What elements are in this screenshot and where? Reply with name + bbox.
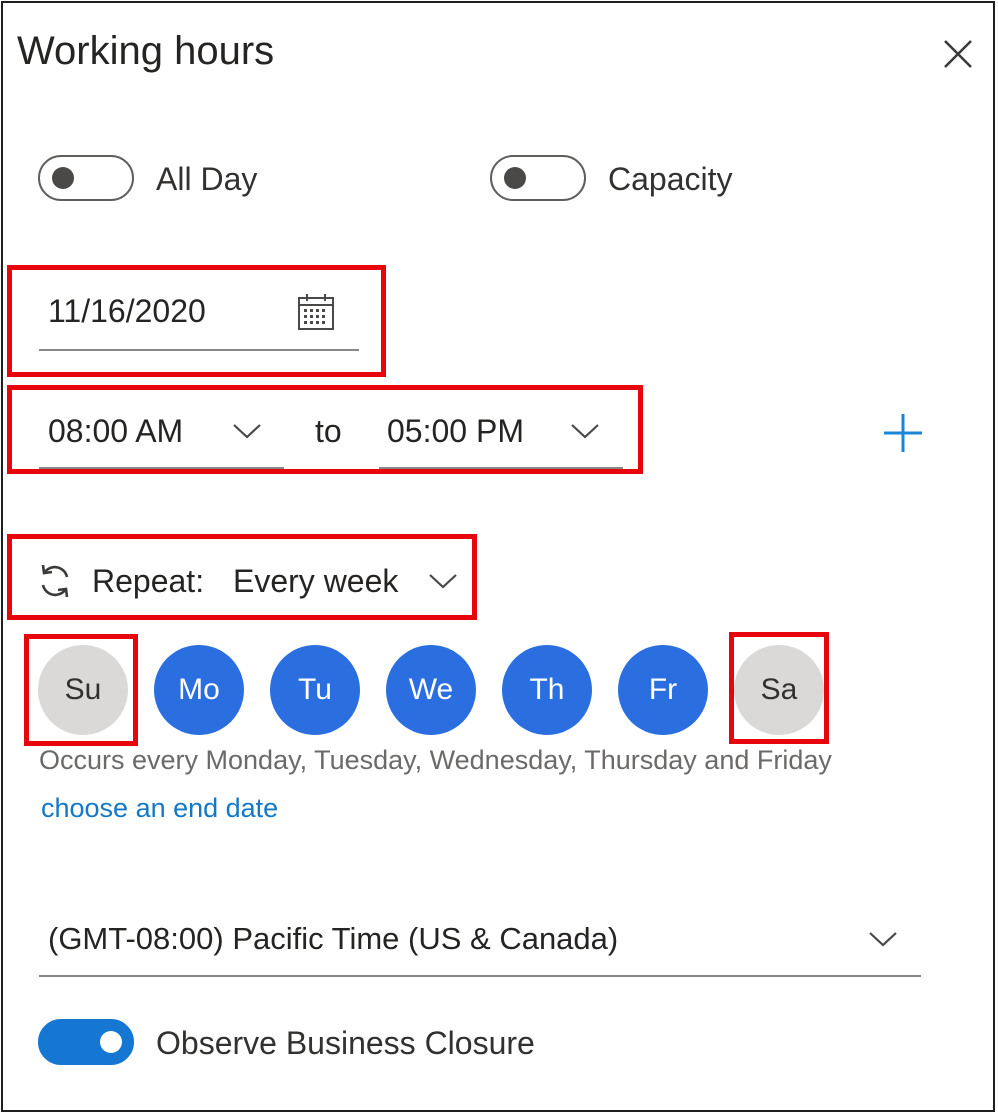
chevron-down-icon[interactable] — [428, 572, 458, 590]
timezone-underline — [39, 975, 921, 977]
end-time-select[interactable]: 05:00 PM — [387, 413, 524, 450]
day-button-monday[interactable]: Mo — [154, 645, 244, 735]
start-time-select[interactable]: 08:00 AM — [48, 413, 183, 450]
chevron-down-icon[interactable] — [868, 930, 898, 948]
day-button-sunday[interactable]: Su — [38, 645, 128, 735]
day-button-tuesday[interactable]: Tu — [270, 645, 360, 735]
working-hours-panel: Working hours All Day Capacity 11/16/202… — [1, 1, 995, 1112]
end-time-underline — [379, 467, 623, 469]
toggle-knob — [52, 167, 74, 189]
capacity-label: Capacity — [608, 161, 733, 197]
panel-title: Working hours — [17, 29, 275, 73]
chevron-down-icon[interactable] — [570, 422, 600, 440]
day-button-wednesday[interactable]: We — [386, 645, 476, 735]
calendar-icon[interactable] — [296, 292, 336, 332]
all-day-toggle[interactable] — [38, 155, 134, 201]
date-input[interactable]: 11/16/2020 — [48, 293, 206, 330]
day-button-thursday[interactable]: Th — [502, 645, 592, 735]
refresh-icon — [41, 564, 69, 598]
observe-business-closure-toggle[interactable] — [38, 1019, 134, 1065]
plus-icon[interactable] — [882, 412, 924, 454]
repeat-label: Repeat: — [92, 563, 205, 599]
repeat-frequency-select[interactable]: Every week — [233, 563, 398, 600]
time-separator: to — [315, 413, 342, 449]
capacity-toggle[interactable] — [490, 155, 586, 201]
observe-business-closure-label: Observe Business Closure — [156, 1025, 535, 1061]
start-time-underline — [39, 467, 284, 469]
close-icon[interactable] — [939, 35, 977, 73]
day-button-saturday[interactable]: Sa — [734, 645, 824, 735]
date-underline — [39, 349, 359, 351]
recurrence-summary: Occurs every Monday, Tuesday, Wednesday,… — [39, 745, 832, 775]
all-day-label: All Day — [156, 161, 258, 197]
chevron-down-icon[interactable] — [232, 422, 262, 440]
toggle-knob — [504, 167, 526, 189]
day-button-friday[interactable]: Fr — [618, 645, 708, 735]
toggle-knob — [100, 1031, 122, 1053]
timezone-select[interactable]: (GMT-08:00) Pacific Time (US & Canada) — [48, 921, 618, 957]
choose-end-date-link[interactable]: choose an end date — [41, 793, 278, 824]
